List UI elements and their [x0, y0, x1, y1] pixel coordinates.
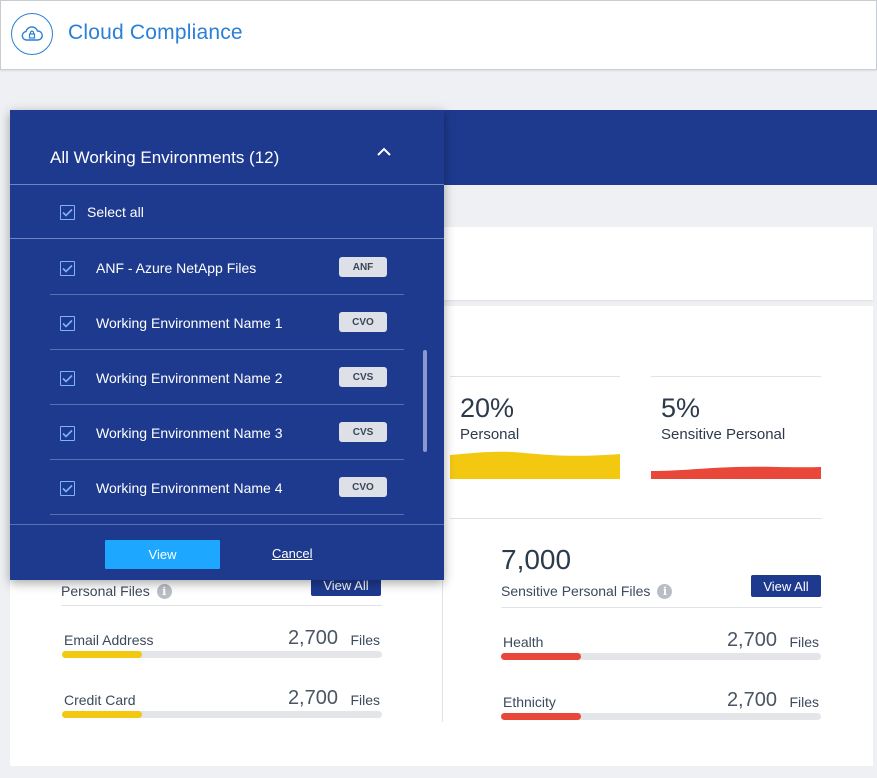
- sensitive-percent: 5%: [661, 393, 701, 423]
- sensitive-files-heading: Sensitive Personal Files i: [501, 583, 673, 599]
- column-divider: [442, 580, 443, 722]
- environment-checkbox[interactable]: [60, 481, 75, 496]
- environment-name: Working Environment Name 2: [96, 370, 283, 386]
- environment-name: ANF - Azure NetApp Files: [96, 260, 257, 276]
- check-icon: [62, 319, 73, 328]
- top-header: Cloud Compliance: [0, 0, 877, 70]
- sensitive-files-label: Sensitive Personal Files: [501, 583, 651, 599]
- environment-checkbox[interactable]: [60, 316, 75, 331]
- select-all-row[interactable]: Select all: [10, 185, 444, 239]
- file-type-name: Credit Card: [64, 692, 136, 708]
- environment-type-badge: CVS: [339, 422, 387, 442]
- info-icon[interactable]: i: [156, 583, 172, 599]
- file-unit: Files: [789, 694, 819, 710]
- sensitive-view-all-button[interactable]: View All: [751, 575, 821, 597]
- environment-name: Working Environment Name 1: [96, 315, 283, 331]
- file-type-name: Ethnicity: [503, 694, 556, 710]
- file-unit: Files: [789, 634, 819, 650]
- progress-track: [62, 651, 382, 658]
- file-row-ethnicity: Ethnicity 2,700 Files: [501, 689, 821, 734]
- personal-label: Personal: [460, 426, 520, 443]
- divider: [450, 518, 822, 519]
- file-row-email: Email Address 2,700 Files: [62, 627, 382, 672]
- list-item[interactable]: Working Environment Name 2 CVS: [50, 350, 404, 405]
- check-icon: [62, 264, 73, 273]
- dropdown-title: All Working Environments (12): [50, 148, 280, 167]
- environment-checkbox[interactable]: [60, 426, 75, 441]
- sensitive-files-count: 7,000: [501, 544, 572, 575]
- progress-fill: [501, 713, 581, 720]
- environment-list: ANF - Azure NetApp Files ANF Working Env…: [50, 240, 404, 524]
- environment-checkbox[interactable]: [60, 261, 75, 276]
- file-unit: Files: [350, 632, 380, 648]
- dropdown-footer: View Cancel: [10, 524, 444, 580]
- personal-files-heading: Personal Files i: [61, 583, 172, 599]
- progress-track: [501, 713, 821, 720]
- cancel-link[interactable]: Cancel: [272, 546, 312, 561]
- environment-type-badge: CVS: [339, 367, 387, 387]
- dropdown-header[interactable]: All Working Environments (12): [10, 110, 444, 185]
- working-environments-dropdown: All Working Environments (12) Select all…: [10, 110, 444, 580]
- personal-files-label: Personal Files: [61, 583, 150, 599]
- app-title: Cloud Compliance: [68, 21, 243, 44]
- list-item[interactable]: Working Environment Name 3 CVS: [50, 405, 404, 460]
- cloud-lock-icon: [11, 13, 53, 55]
- sensitive-label: Sensitive Personal: [661, 426, 786, 443]
- progress-fill: [62, 651, 142, 658]
- divider: [501, 607, 822, 608]
- list-item[interactable]: ANF - Azure NetApp Files ANF: [50, 240, 404, 295]
- list-item[interactable]: Working Environment Name 4 CVO: [50, 460, 404, 515]
- file-count: 2,700: [726, 629, 777, 651]
- chevron-up-icon[interactable]: [376, 146, 392, 158]
- file-type-name: Email Address: [64, 632, 154, 648]
- progress-track: [501, 653, 821, 660]
- progress-fill: [62, 711, 142, 718]
- file-row-credit-card: Credit Card 2,700 Files: [62, 687, 382, 732]
- select-all-checkbox[interactable]: [60, 205, 75, 220]
- environment-name: Working Environment Name 3: [96, 425, 283, 441]
- file-count: 2,700: [287, 627, 338, 649]
- file-count: 2,700: [726, 689, 777, 711]
- environment-type-badge: CVO: [339, 312, 387, 332]
- check-icon: [62, 374, 73, 383]
- progress-track: [62, 711, 382, 718]
- view-button[interactable]: View: [105, 540, 220, 569]
- personal-sparkline: [450, 451, 620, 479]
- file-row-health: Health 2,700 Files: [501, 629, 821, 674]
- list-scrollbar[interactable]: [423, 350, 427, 452]
- sensitive-stat-tile: 5% Sensitive Personal: [651, 376, 821, 480]
- personal-percent: 20%: [460, 393, 515, 423]
- file-count: 2,700: [287, 687, 338, 709]
- environment-type-badge: CVO: [339, 477, 387, 497]
- environment-type-badge: ANF: [339, 257, 387, 277]
- file-type-name: Health: [503, 634, 544, 650]
- list-item[interactable]: Working Environment Name 1 CVO: [50, 295, 404, 350]
- progress-fill: [501, 653, 581, 660]
- select-all-label: Select all: [87, 204, 144, 220]
- check-icon: [62, 429, 73, 438]
- personal-stat-tile: 20% Personal: [450, 376, 620, 480]
- environment-name: Working Environment Name 4: [96, 480, 283, 496]
- info-icon[interactable]: i: [657, 583, 673, 599]
- file-unit: Files: [350, 692, 380, 708]
- summary-card: [444, 227, 873, 300]
- sensitive-sparkline: [651, 466, 821, 479]
- check-icon: [62, 208, 73, 217]
- environment-checkbox[interactable]: [60, 371, 75, 386]
- divider: [61, 605, 382, 606]
- check-icon: [62, 484, 73, 493]
